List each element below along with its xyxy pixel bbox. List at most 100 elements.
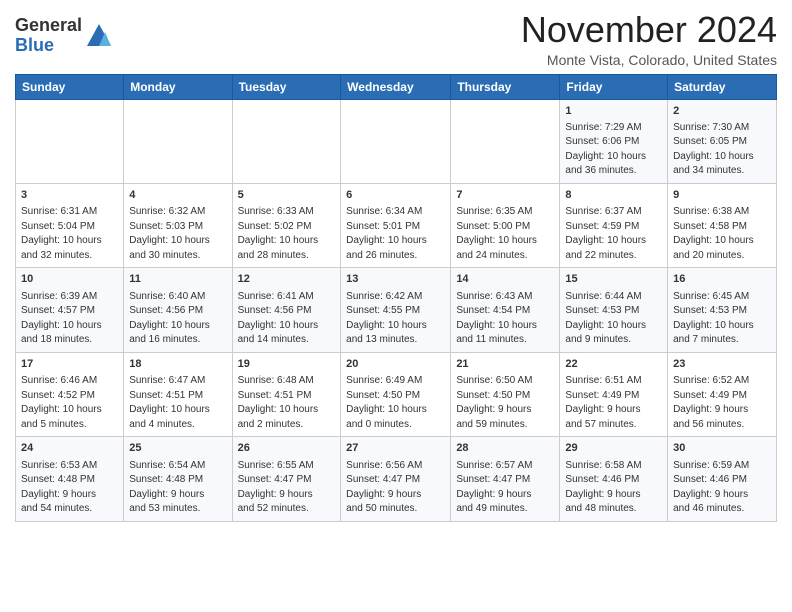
day-info: Sunrise: 6:31 AMSunset: 5:04 PMDaylight:… (21, 205, 118, 263)
day-number: 11 (129, 272, 226, 287)
day-info: Sunrise: 6:47 AMSunset: 4:51 PMDaylight:… (129, 374, 226, 432)
weekday-header-friday: Friday (560, 74, 668, 99)
day-number: 3 (21, 188, 118, 203)
day-info: Sunrise: 6:51 AMSunset: 4:49 PMDaylight:… (565, 374, 662, 432)
day-info: Sunrise: 6:48 AMSunset: 4:51 PMDaylight:… (238, 374, 336, 432)
calendar-cell: 5 Sunrise: 6:33 AMSunset: 5:02 PMDaylight… (232, 183, 341, 267)
day-info: Sunrise: 6:45 AMSunset: 4:53 PMDaylight:… (673, 290, 771, 348)
day-info: Sunrise: 6:56 AMSunset: 4:47 PMDaylight:… (346, 459, 445, 517)
weekday-header-tuesday: Tuesday (232, 74, 341, 99)
calendar-cell: 13 Sunrise: 6:42 AMSunset: 4:55 PMDayligh… (341, 268, 451, 352)
calendar-cell: 12 Sunrise: 6:41 AMSunset: 4:56 PMDayligh… (232, 268, 341, 352)
day-info: Sunrise: 6:49 AMSunset: 4:50 PMDaylight:… (346, 374, 445, 432)
calendar-cell: 17 Sunrise: 6:46 AMSunset: 4:52 PMDayligh… (16, 352, 124, 436)
day-info: Sunrise: 6:32 AMSunset: 5:03 PMDaylight:… (129, 205, 226, 263)
calendar-cell: 1 Sunrise: 7:29 AMSunset: 6:06 PMDaylight… (560, 99, 668, 183)
calendar-week-3: 10 Sunrise: 6:39 AMSunset: 4:57 PMDayligh… (16, 268, 777, 352)
calendar-cell (232, 99, 341, 183)
calendar-week-1: 1 Sunrise: 7:29 AMSunset: 6:06 PMDaylight… (16, 99, 777, 183)
calendar-cell: 24 Sunrise: 6:53 AMSunset: 4:48 PMDayligh… (16, 437, 124, 521)
calendar-cell: 25 Sunrise: 6:54 AMSunset: 4:48 PMDayligh… (124, 437, 232, 521)
day-number: 24 (21, 441, 118, 456)
day-number: 29 (565, 441, 662, 456)
calendar-cell (124, 99, 232, 183)
day-info: Sunrise: 6:33 AMSunset: 5:02 PMDaylight:… (238, 205, 336, 263)
page-header: General Blue November 2024 Monte Vista, … (15, 10, 777, 68)
day-number: 2 (673, 104, 771, 119)
calendar-header: SundayMondayTuesdayWednesdayThursdayFrid… (16, 74, 777, 99)
day-number: 25 (129, 441, 226, 456)
title-block: November 2024 Monte Vista, Colorado, Uni… (521, 10, 777, 68)
calendar-cell: 3 Sunrise: 6:31 AMSunset: 5:04 PMDaylight… (16, 183, 124, 267)
day-number: 12 (238, 272, 336, 287)
day-info: Sunrise: 6:52 AMSunset: 4:49 PMDaylight:… (673, 374, 771, 432)
day-info: Sunrise: 6:46 AMSunset: 4:52 PMDaylight:… (21, 374, 118, 432)
calendar-table: SundayMondayTuesdayWednesdayThursdayFrid… (15, 74, 777, 522)
day-number: 19 (238, 357, 336, 372)
day-number: 21 (456, 357, 554, 372)
day-info: Sunrise: 7:29 AMSunset: 6:06 PMDaylight:… (565, 121, 662, 179)
day-number: 8 (565, 188, 662, 203)
weekday-header-wednesday: Wednesday (341, 74, 451, 99)
day-number: 26 (238, 441, 336, 456)
day-number: 30 (673, 441, 771, 456)
logo-general: General (15, 15, 82, 35)
day-info: Sunrise: 6:57 AMSunset: 4:47 PMDaylight:… (456, 459, 554, 517)
day-info: Sunrise: 6:58 AMSunset: 4:46 PMDaylight:… (565, 459, 662, 517)
calendar-cell: 22 Sunrise: 6:51 AMSunset: 4:49 PMDayligh… (560, 352, 668, 436)
day-info: Sunrise: 6:37 AMSunset: 4:59 PMDaylight:… (565, 205, 662, 263)
day-number: 23 (673, 357, 771, 372)
day-number: 18 (129, 357, 226, 372)
day-info: Sunrise: 6:55 AMSunset: 4:47 PMDaylight:… (238, 459, 336, 517)
day-number: 14 (456, 272, 554, 287)
weekday-header-saturday: Saturday (668, 74, 777, 99)
calendar-cell (16, 99, 124, 183)
calendar-cell (341, 99, 451, 183)
calendar-cell: 4 Sunrise: 6:32 AMSunset: 5:03 PMDaylight… (124, 183, 232, 267)
day-info: Sunrise: 6:50 AMSunset: 4:50 PMDaylight:… (456, 374, 554, 432)
day-number: 16 (673, 272, 771, 287)
day-number: 7 (456, 188, 554, 203)
weekday-header-row: SundayMondayTuesdayWednesdayThursdayFrid… (16, 74, 777, 99)
calendar-cell: 21 Sunrise: 6:50 AMSunset: 4:50 PMDayligh… (451, 352, 560, 436)
calendar-cell: 27 Sunrise: 6:56 AMSunset: 4:47 PMDayligh… (341, 437, 451, 521)
day-number: 4 (129, 188, 226, 203)
calendar-cell: 15 Sunrise: 6:44 AMSunset: 4:53 PMDayligh… (560, 268, 668, 352)
logo-text: General Blue (15, 16, 82, 56)
day-number: 15 (565, 272, 662, 287)
day-number: 5 (238, 188, 336, 203)
calendar-cell: 23 Sunrise: 6:52 AMSunset: 4:49 PMDayligh… (668, 352, 777, 436)
day-info: Sunrise: 6:42 AMSunset: 4:55 PMDaylight:… (346, 290, 445, 348)
day-number: 9 (673, 188, 771, 203)
location: Monte Vista, Colorado, United States (521, 52, 777, 68)
calendar-cell: 20 Sunrise: 6:49 AMSunset: 4:50 PMDayligh… (341, 352, 451, 436)
calendar-cell (451, 99, 560, 183)
calendar-cell: 28Sunrise: 6:57 AMSunset: 4:47 PMDayligh… (451, 437, 560, 521)
day-info: Sunrise: 6:53 AMSunset: 4:48 PMDaylight:… (21, 459, 118, 517)
weekday-header-monday: Monday (124, 74, 232, 99)
calendar-cell: 18 Sunrise: 6:47 AMSunset: 4:51 PMDayligh… (124, 352, 232, 436)
day-number: 13 (346, 272, 445, 287)
day-info: Sunrise: 6:54 AMSunset: 4:48 PMDaylight:… (129, 459, 226, 517)
day-info: Sunrise: 6:59 AMSunset: 4:46 PMDaylight:… (673, 459, 771, 517)
day-info: Sunrise: 6:44 AMSunset: 4:53 PMDaylight:… (565, 290, 662, 348)
calendar-cell: 14Sunrise: 6:43 AMSunset: 4:54 PMDayligh… (451, 268, 560, 352)
calendar-cell: 29 Sunrise: 6:58 AMSunset: 4:46 PMDayligh… (560, 437, 668, 521)
calendar-cell: 7Sunrise: 6:35 AMSunset: 5:00 PMDaylight… (451, 183, 560, 267)
logo-blue: Blue (15, 35, 54, 55)
calendar-cell: 16 Sunrise: 6:45 AMSunset: 4:53 PMDayligh… (668, 268, 777, 352)
calendar-cell: 10 Sunrise: 6:39 AMSunset: 4:57 PMDayligh… (16, 268, 124, 352)
day-number: 22 (565, 357, 662, 372)
day-number: 1 (565, 104, 662, 119)
day-number: 20 (346, 357, 445, 372)
calendar-cell: 2Sunrise: 7:30 AMSunset: 6:05 PMDaylight… (668, 99, 777, 183)
day-number: 17 (21, 357, 118, 372)
calendar-cell: 26 Sunrise: 6:55 AMSunset: 4:47 PMDayligh… (232, 437, 341, 521)
day-info: Sunrise: 6:39 AMSunset: 4:57 PMDaylight:… (21, 290, 118, 348)
day-number: 27 (346, 441, 445, 456)
day-number: 10 (21, 272, 118, 287)
calendar-cell: 8 Sunrise: 6:37 AMSunset: 4:59 PMDaylight… (560, 183, 668, 267)
calendar-cell: 6Sunrise: 6:34 AMSunset: 5:01 PMDaylight… (341, 183, 451, 267)
calendar-body: 1 Sunrise: 7:29 AMSunset: 6:06 PMDaylight… (16, 99, 777, 521)
day-info: Sunrise: 6:41 AMSunset: 4:56 PMDaylight:… (238, 290, 336, 348)
